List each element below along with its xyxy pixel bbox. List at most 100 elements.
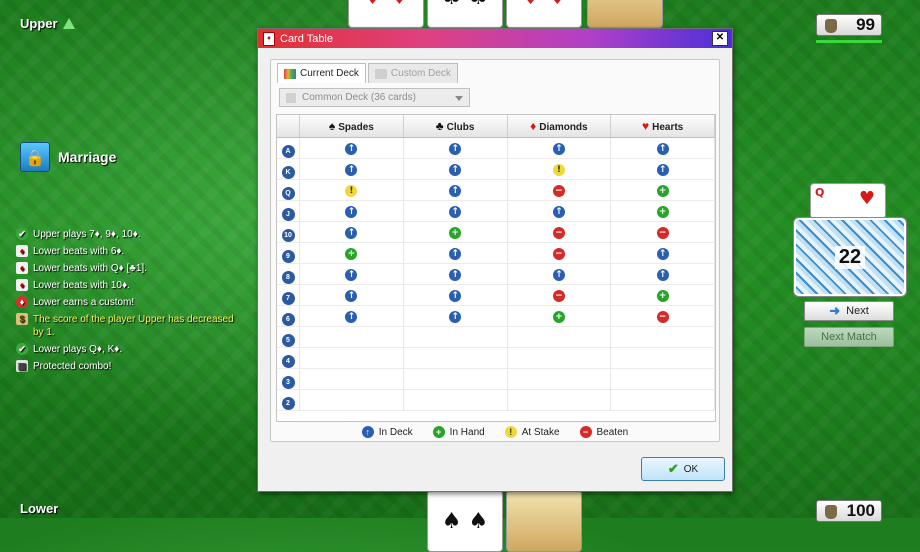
- status-cell: ↑: [507, 200, 612, 222]
- upper-card[interactable]: ♦ ♦: [348, 0, 424, 28]
- rank-cell: 4: [277, 347, 300, 369]
- check-icon: ✔: [667, 461, 679, 476]
- upper-card[interactable]: ♣ ♣: [427, 0, 503, 28]
- table-row: 8 ↑ ↑ ↑ ↑: [277, 263, 715, 285]
- status-cell: ↑: [610, 263, 715, 285]
- clubs-column-header: ♣ Clubs: [403, 115, 508, 138]
- status-cell: ↑: [403, 200, 508, 222]
- next-button[interactable]: ➜ Next: [804, 301, 894, 321]
- arrow-up-icon: ↑: [656, 269, 669, 281]
- status-cell: [610, 347, 715, 369]
- status-cell: [403, 368, 508, 390]
- log-entry: ▦ Protected combo!: [16, 360, 246, 373]
- table-row: 9 + ↑ − ↑: [277, 242, 715, 264]
- rank-cell: 6: [277, 305, 300, 327]
- combo-icon: ▦: [16, 360, 28, 372]
- rank-column-header: [277, 115, 300, 138]
- status-cell: −: [507, 242, 612, 264]
- arrow-up-icon: ↑: [345, 164, 358, 176]
- deck-pile: 22: [794, 218, 906, 296]
- deck-icon: [286, 92, 296, 103]
- lower-score-box: 100: [816, 500, 882, 522]
- table-row: 5: [277, 326, 715, 348]
- column-label: Hearts: [652, 122, 684, 133]
- tab-label: Current Deck: [300, 68, 359, 79]
- upper-card[interactable]: ♥ ♥: [506, 0, 582, 28]
- status-cell: +: [507, 305, 612, 327]
- rank-cell: 2: [277, 389, 300, 411]
- card-icon: ♦: [16, 279, 28, 291]
- arrow-up-icon: ↑: [656, 143, 669, 155]
- trump-rank: Q: [815, 186, 825, 199]
- status-cell: ↑: [299, 284, 404, 306]
- chevron-down-icon: [455, 96, 463, 101]
- deck-type-select[interactable]: Common Deck (36 cards): [279, 88, 470, 107]
- legend-in-hand: + In Hand: [432, 426, 485, 438]
- status-cell: ↑: [403, 179, 508, 201]
- table-row: 2: [277, 389, 715, 411]
- next-match-button[interactable]: Next Match: [804, 327, 894, 347]
- rank-cell: 3: [277, 368, 300, 390]
- arrow-up-icon: ↑: [449, 206, 462, 218]
- log-entry: ♦ Lower earns a custom!: [16, 296, 246, 309]
- rank-badge: J: [281, 208, 295, 221]
- minus-icon: −: [656, 311, 669, 323]
- status-cell: [507, 326, 612, 348]
- log-entry: $ The score of the player Upper has decre…: [16, 313, 246, 339]
- rank-cell: J: [277, 200, 300, 222]
- status-cell: [403, 347, 508, 369]
- log-text: Lower beats with 10♦.: [33, 280, 130, 291]
- log-entry: ✔ Upper plays 7♦, 9♦, 10♦.: [16, 228, 246, 241]
- status-cell: +: [610, 179, 715, 201]
- card-icon: ♦: [16, 245, 28, 257]
- status-cell: [299, 389, 404, 411]
- spade-icon: ♠: [328, 119, 336, 133]
- heart-icon: ♥: [641, 119, 650, 133]
- lower-card[interactable]: ♠ ♠: [427, 490, 503, 552]
- check-icon: ✔: [16, 228, 28, 240]
- table-row: 10 ↑ + − −: [277, 221, 715, 243]
- lower-score: 100: [846, 501, 875, 520]
- rank-badge: 10: [281, 229, 295, 242]
- table-row: 7 ↑ ↑ − +: [277, 284, 715, 306]
- legend-label: In Hand: [449, 426, 485, 438]
- close-icon[interactable]: ✕: [712, 31, 728, 46]
- rank-badge: 6: [281, 313, 295, 326]
- arrow-right-icon: ➜: [829, 303, 841, 318]
- status-cell: ↑: [507, 263, 612, 285]
- ok-button-label: OK: [683, 463, 699, 475]
- deck-tabs: Current Deck Custom Deck: [277, 63, 460, 83]
- upper-face-card[interactable]: [587, 0, 663, 28]
- status-cell: ↑: [403, 305, 508, 327]
- tab-current-deck[interactable]: Current Deck: [277, 63, 366, 83]
- arrow-up-icon: ↑: [449, 269, 462, 281]
- dialog-titlebar[interactable]: ♦ Card Table ✕: [258, 29, 732, 48]
- status-cell: −: [610, 305, 715, 327]
- minus-icon: −: [552, 248, 565, 260]
- arrow-up-icon: ↑: [449, 290, 462, 302]
- table-row: 4: [277, 347, 715, 369]
- status-cell: −: [610, 221, 715, 243]
- log-entry: ♦ Lower beats with Q♦ [♣1].: [16, 262, 246, 275]
- log-text: Lower earns a custom!: [33, 297, 135, 308]
- table-row: J ↑ ↑ ↑ +: [277, 200, 715, 222]
- tab-custom-deck[interactable]: Custom Deck: [367, 63, 458, 83]
- lower-face-card[interactable]: [506, 490, 582, 552]
- rank-badge: 3: [281, 376, 295, 389]
- status-cell: [299, 326, 404, 348]
- upper-score: 99: [856, 15, 875, 34]
- club-icon: ♣: [435, 119, 444, 133]
- legend-label: At Stake: [521, 426, 560, 438]
- arrow-up-icon: ↑: [449, 248, 462, 260]
- game-log: ✔ Upper plays 7♦, 9♦, 10♦. ♦ Lower beats wi…: [16, 228, 246, 377]
- status-cell: [610, 368, 715, 390]
- table-row: 3: [277, 368, 715, 390]
- status-cell: [403, 389, 508, 411]
- status-cell: [299, 347, 404, 369]
- next-match-button-label: Next Match: [821, 331, 877, 343]
- rank-badge: 8: [281, 271, 295, 284]
- minus-icon: −: [552, 185, 565, 197]
- log-text: Lower beats with Q♦ [♣1].: [33, 263, 147, 274]
- status-cell: +: [403, 221, 508, 243]
- ok-button[interactable]: ✔ OK: [641, 457, 725, 481]
